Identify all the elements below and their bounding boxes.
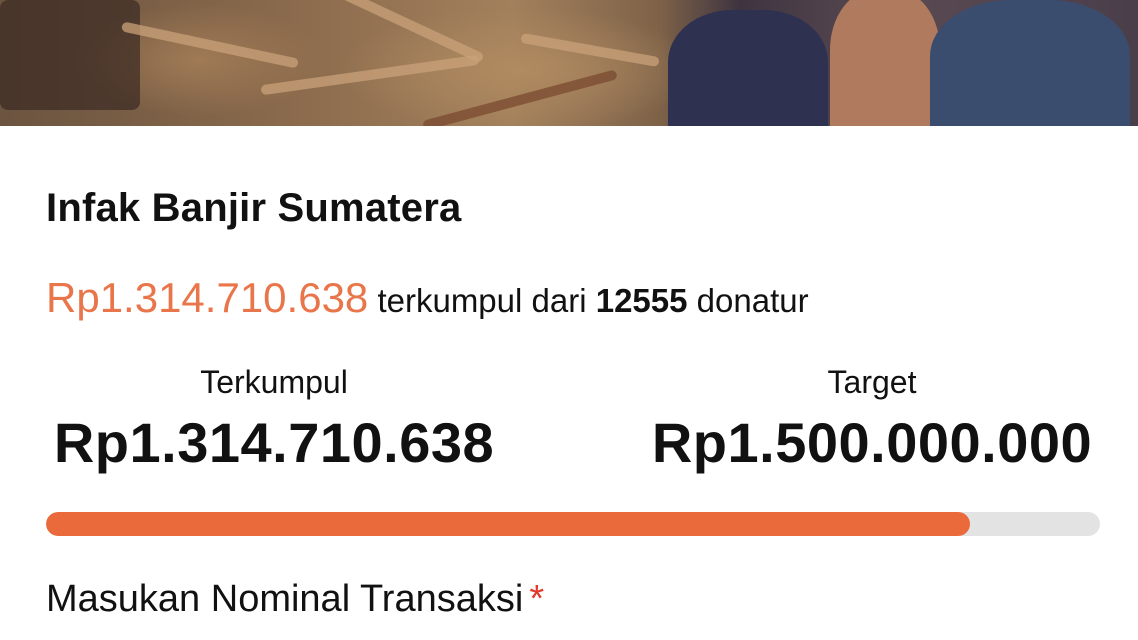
banner-debris (335, 0, 485, 64)
banner-debris (520, 32, 660, 68)
banner-debris (120, 21, 300, 69)
target-stat: Target Rp1.500.000.000 (644, 362, 1100, 476)
collection-summary: Rp1.314.710.638 terkumpul dari 12555 don… (46, 276, 809, 323)
donor-count: 12555 (595, 282, 688, 319)
target-value: Rp1.500.000.000 (651, 411, 1093, 474)
banner-person (830, 0, 940, 126)
collected-value: Rp1.314.710.638 (53, 411, 495, 474)
campaign-banner-image (0, 0, 1138, 126)
banner-person (668, 10, 828, 126)
required-asterisk: * (529, 578, 545, 620)
donation-page: Infak Banjir Sumatera Rp1.314.710.638 te… (0, 0, 1138, 640)
target-label: Target (827, 364, 917, 400)
funding-progress-bar (46, 512, 1100, 536)
amount-label-text: Masukan Nominal Transaksi (46, 578, 524, 620)
collected-stat: Terkumpul Rp1.314.710.638 (46, 362, 502, 476)
campaign-title: Infak Banjir Sumatera (46, 186, 462, 230)
banner-person (930, 0, 1130, 126)
banner-debris (422, 69, 618, 126)
banner-shadow (0, 0, 140, 110)
donor-label: donatur (696, 282, 809, 319)
amount-input-label: Masukan Nominal Transaksi * (46, 578, 544, 621)
collected-label: Terkumpul (200, 364, 348, 400)
collected-text: terkumpul dari (377, 282, 587, 319)
funding-progress-fill (46, 512, 970, 536)
collected-amount-highlight: Rp1.314.710.638 (46, 274, 369, 321)
